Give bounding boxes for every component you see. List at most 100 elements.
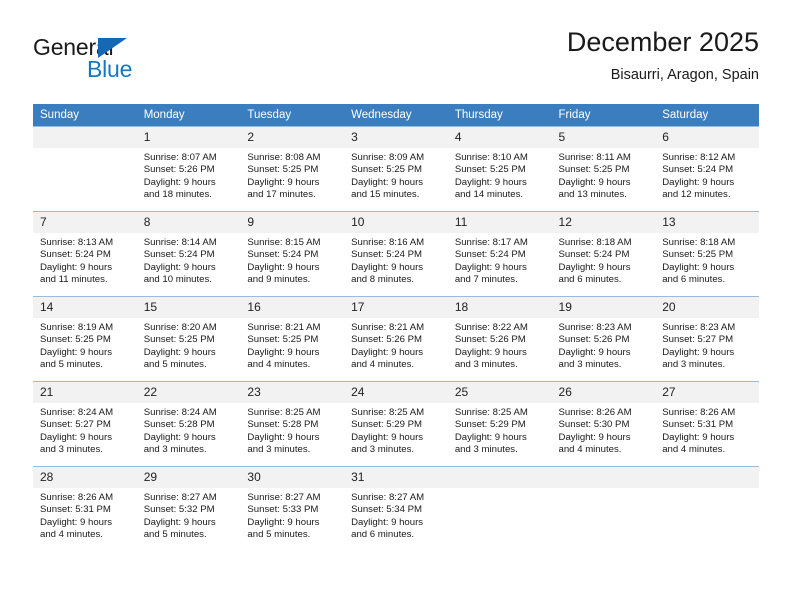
page-header: General Blue December 2025 Bisaurri, Ara… [33, 26, 759, 98]
calendar-day-cell[interactable]: 27 Sunrise: 8:26 AM Sunset: 5:31 PM Dayligh… [655, 381, 759, 467]
calendar-week-row: 14 Sunrise: 8:19 AM Sunset: 5:25 PM Dayligh… [33, 296, 759, 382]
day-details: Sunrise: 8:08 AM Sunset: 5:25 PM Daylight:… [240, 148, 344, 202]
daylight-duration-line2: and 10 minutes. [143, 274, 212, 286]
calendar-body: 1 Sunrise: 8:07 AM Sunset: 5:26 PM Daylight… [33, 126, 759, 551]
calendar-day-cell[interactable]: 19 Sunrise: 8:23 AM Sunset: 5:26 PM Dayligh… [551, 296, 656, 382]
day-details: Sunrise: 8:10 AM Sunset: 5:25 PM Daylight:… [448, 148, 552, 202]
calendar-day-cell-empty [33, 126, 137, 212]
daylight-duration-line1: Daylight: 9 hours [558, 176, 631, 188]
calendar-day-cell[interactable]: 14 Sunrise: 8:19 AM Sunset: 5:25 PM Dayligh… [33, 296, 137, 382]
sunset-time: Sunset: 5:31 PM [662, 419, 734, 431]
day-details: Sunrise: 8:25 AM Sunset: 5:29 PM Daylight:… [448, 403, 552, 457]
calendar-day-cell[interactable]: 1 Sunrise: 8:07 AM Sunset: 5:26 PM Daylight… [136, 126, 241, 212]
day-details: Sunrise: 8:22 AM Sunset: 5:26 PM Daylight:… [448, 318, 552, 372]
daylight-duration-line2: and 4 minutes. [351, 359, 415, 371]
calendar-day-cell[interactable]: 25 Sunrise: 8:25 AM Sunset: 5:29 PM Dayligh… [447, 381, 552, 467]
day-number: 31 [344, 467, 448, 488]
sunrise-time: Sunrise: 8:21 AM [247, 322, 321, 333]
daylight-duration-line1: Daylight: 9 hours [662, 346, 735, 358]
daylight-duration-line2: and 3 minutes. [558, 359, 622, 371]
sunset-time: Sunset: 5:26 PM [143, 164, 215, 176]
sunrise-time: Sunrise: 8:27 AM [351, 492, 425, 503]
day-details: Sunrise: 8:15 AM Sunset: 5:24 PM Daylight:… [240, 233, 344, 287]
day-details: Sunrise: 8:20 AM Sunset: 5:25 PM Daylight:… [137, 318, 241, 372]
calendar-day-cell[interactable]: 24 Sunrise: 8:25 AM Sunset: 5:29 PM Dayligh… [344, 381, 448, 467]
day-number: 11 [447, 212, 552, 233]
daylight-duration-line2: and 11 minutes. [40, 274, 108, 286]
calendar-day-cell[interactable]: 6 Sunrise: 8:12 AM Sunset: 5:24 PM Daylight… [655, 126, 759, 212]
daylight-duration-line2: and 8 minutes. [351, 274, 415, 286]
calendar-day-cell[interactable]: 18 Sunrise: 8:22 AM Sunset: 5:26 PM Dayligh… [447, 296, 552, 382]
day-number: 19 [551, 297, 656, 318]
calendar-day-cell[interactable]: 13 Sunrise: 8:18 AM Sunset: 5:25 PM Dayligh… [655, 211, 759, 297]
sunrise-time: Sunrise: 8:26 AM [662, 407, 736, 418]
day-number: 24 [344, 382, 448, 403]
daylight-duration-line1: Daylight: 9 hours [247, 176, 320, 188]
calendar-day-cell[interactable]: 2 Sunrise: 8:08 AM Sunset: 5:25 PM Daylight… [240, 126, 345, 212]
day-details: Sunrise: 8:13 AM Sunset: 5:24 PM Daylight:… [33, 233, 137, 287]
calendar-day-cell[interactable]: 29 Sunrise: 8:27 AM Sunset: 5:32 PM Dayligh… [136, 466, 241, 551]
calendar-day-cell[interactable]: 10 Sunrise: 8:16 AM Sunset: 5:24 PM Dayligh… [344, 211, 448, 297]
sunset-time: Sunset: 5:29 PM [351, 419, 423, 431]
sunrise-time: Sunrise: 8:11 AM [558, 152, 631, 163]
generalblue-logo[interactable]: General Blue [33, 34, 203, 90]
weekday-header-thursday: Thursday [447, 104, 552, 127]
calendar-day-cell[interactable]: 11 Sunrise: 8:17 AM Sunset: 5:24 PM Dayligh… [447, 211, 552, 297]
sunrise-time: Sunrise: 8:21 AM [351, 322, 425, 333]
sunrise-time: Sunrise: 8:23 AM [662, 322, 736, 333]
day-number: 13 [655, 212, 759, 233]
daylight-duration-line2: and 7 minutes. [454, 274, 518, 286]
daylight-duration-line2: and 17 minutes. [247, 189, 316, 201]
daylight-duration-line1: Daylight: 9 hours [247, 346, 320, 358]
weekday-header-friday: Friday [551, 104, 656, 127]
day-number: 12 [551, 212, 656, 233]
daylight-duration-line2: and 4 minutes. [558, 444, 622, 456]
calendar-week-row: 1 Sunrise: 8:07 AM Sunset: 5:26 PM Daylight… [33, 126, 759, 212]
calendar-day-cell[interactable]: 15 Sunrise: 8:20 AM Sunset: 5:25 PM Dayligh… [136, 296, 241, 382]
calendar-day-cell[interactable]: 21 Sunrise: 8:24 AM Sunset: 5:27 PM Dayligh… [33, 381, 137, 467]
daylight-duration-line2: and 6 minutes. [351, 529, 415, 541]
calendar-day-cell[interactable]: 8 Sunrise: 8:14 AM Sunset: 5:24 PM Daylight… [136, 211, 241, 297]
calendar-day-cell[interactable]: 16 Sunrise: 8:21 AM Sunset: 5:25 PM Dayligh… [240, 296, 345, 382]
calendar-day-cell[interactable]: 3 Sunrise: 8:09 AM Sunset: 5:25 PM Daylight… [344, 126, 448, 212]
daylight-duration-line1: Daylight: 9 hours [143, 516, 216, 528]
sunrise-time: Sunrise: 8:25 AM [351, 407, 425, 418]
calendar-day-cell[interactable]: 7 Sunrise: 8:13 AM Sunset: 5:24 PM Daylight… [33, 211, 137, 297]
calendar-day-cell[interactable]: 12 Sunrise: 8:18 AM Sunset: 5:24 PM Dayligh… [551, 211, 656, 297]
daylight-duration-line1: Daylight: 9 hours [351, 346, 424, 358]
day-details: Sunrise: 8:25 AM Sunset: 5:28 PM Daylight:… [240, 403, 344, 457]
calendar-day-cell-empty [655, 466, 759, 551]
daylight-duration-line2: and 4 minutes. [247, 359, 311, 371]
calendar-day-cell[interactable]: 4 Sunrise: 8:10 AM Sunset: 5:25 PM Daylight… [447, 126, 552, 212]
sunset-time: Sunset: 5:26 PM [558, 334, 630, 346]
daylight-duration-line2: and 12 minutes. [662, 189, 731, 201]
calendar-day-cell[interactable]: 30 Sunrise: 8:27 AM Sunset: 5:33 PM Dayligh… [240, 466, 345, 551]
logo-triangle-icon [98, 38, 127, 58]
calendar-day-cell-empty [447, 466, 552, 551]
sunrise-time: Sunrise: 8:15 AM [247, 237, 321, 248]
daylight-duration-line2: and 15 minutes. [351, 189, 420, 201]
daylight-duration-line1: Daylight: 9 hours [143, 176, 216, 188]
sunset-time: Sunset: 5:25 PM [247, 334, 319, 346]
daylight-duration-line2: and 3 minutes. [351, 444, 415, 456]
calendar-day-cell[interactable]: 31 Sunrise: 8:27 AM Sunset: 5:34 PM Dayligh… [344, 466, 448, 551]
calendar-day-cell[interactable]: 28 Sunrise: 8:26 AM Sunset: 5:31 PM Dayligh… [33, 466, 137, 551]
daylight-duration-line2: and 14 minutes. [454, 189, 524, 201]
calendar-day-cell[interactable]: 5 Sunrise: 8:11 AM Sunset: 5:25 PM Daylight… [551, 126, 656, 212]
daylight-duration-line1: Daylight: 9 hours [40, 431, 112, 443]
day-number: 21 [33, 382, 137, 403]
day-number: 27 [655, 382, 759, 403]
calendar-week-row: 21 Sunrise: 8:24 AM Sunset: 5:27 PM Dayligh… [33, 381, 759, 467]
calendar-day-cell[interactable]: 20 Sunrise: 8:23 AM Sunset: 5:27 PM Dayligh… [655, 296, 759, 382]
calendar-day-cell[interactable]: 17 Sunrise: 8:21 AM Sunset: 5:26 PM Dayligh… [344, 296, 448, 382]
daylight-duration-line2: and 3 minutes. [40, 444, 103, 456]
calendar-day-cell[interactable]: 9 Sunrise: 8:15 AM Sunset: 5:24 PM Daylight… [240, 211, 345, 297]
calendar-day-cell[interactable]: 22 Sunrise: 8:24 AM Sunset: 5:28 PM Dayligh… [136, 381, 241, 467]
day-details: Sunrise: 8:26 AM Sunset: 5:31 PM Daylight:… [33, 488, 137, 542]
daylight-duration-line2: and 5 minutes. [247, 529, 311, 541]
calendar-day-cell[interactable]: 26 Sunrise: 8:26 AM Sunset: 5:30 PM Dayligh… [551, 381, 656, 467]
daylight-duration-line2: and 5 minutes. [143, 529, 207, 541]
sunset-time: Sunset: 5:30 PM [558, 419, 630, 431]
sunrise-time: Sunrise: 8:10 AM [454, 152, 528, 163]
calendar-day-cell[interactable]: 23 Sunrise: 8:25 AM Sunset: 5:28 PM Dayligh… [240, 381, 345, 467]
